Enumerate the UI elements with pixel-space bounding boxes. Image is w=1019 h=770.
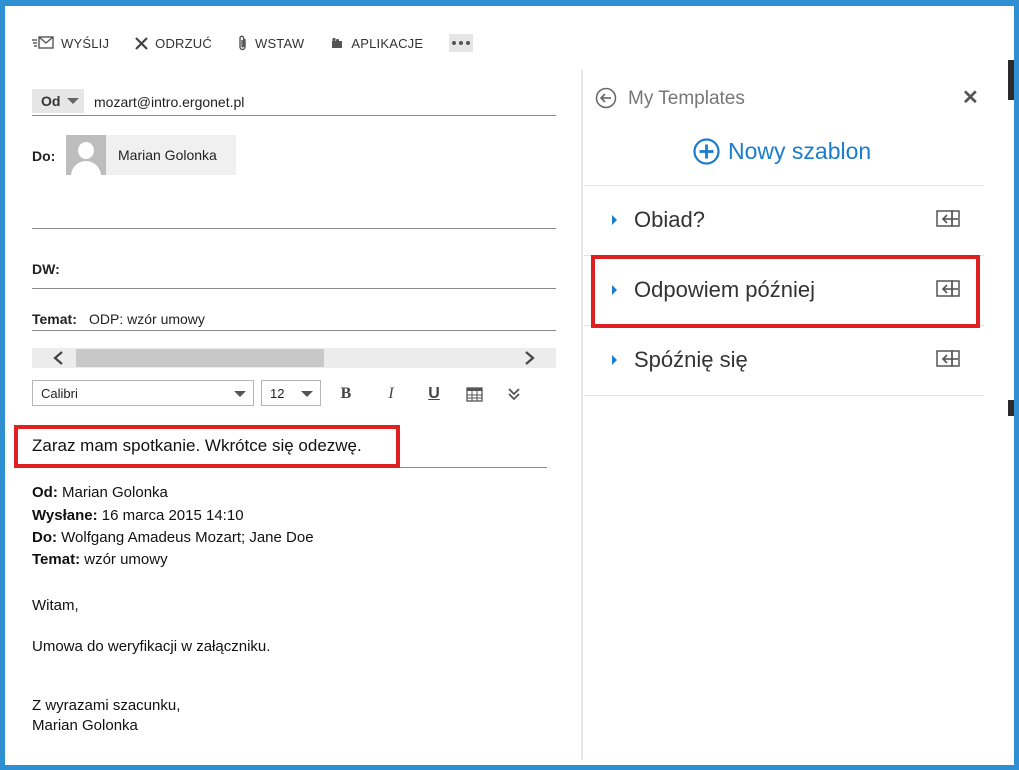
window-edge-scrollbar: [1008, 60, 1014, 760]
quoted-subject: Temat: wzór umowy: [32, 551, 168, 568]
dot-icon: [452, 41, 457, 45]
close-icon: [135, 36, 148, 50]
expand-arrow-icon[interactable]: [612, 215, 617, 225]
font-family-select[interactable]: Calibri: [32, 380, 254, 406]
scrollbar-thumb[interactable]: [76, 349, 324, 367]
insert-template-icon[interactable]: [936, 350, 960, 368]
paperclip-icon: [239, 35, 246, 51]
chevron-down-icon: [234, 391, 246, 397]
new-template-button[interactable]: Nowy szablon: [693, 138, 871, 165]
font-size-value: 12: [270, 385, 285, 401]
avatar-head-shape: [78, 142, 94, 159]
dot-icon: [459, 41, 464, 45]
quoted-greeting: Witam,: [32, 597, 79, 614]
from-button-label: Od: [41, 93, 61, 109]
recipient-chip[interactable]: Marian Golonka: [66, 135, 236, 175]
subject-underline: [32, 330, 556, 331]
highlight-box-template: [591, 255, 980, 328]
from-address: mozart@intro.ergonet.pl: [94, 94, 245, 110]
bold-button[interactable]: B: [335, 384, 357, 404]
template-item[interactable]: Spóźnię się: [584, 325, 984, 395]
quoted-subject-value: wzór umowy: [84, 551, 168, 568]
toolbar: WYŚLIJ ODRZUĆ WSTAW APLIKACJE: [32, 32, 474, 54]
quoted-from: Od: Marian Golonka: [32, 484, 168, 501]
chevron-down-icon: [67, 98, 80, 104]
send-button[interactable]: WYŚLIJ: [32, 36, 109, 51]
quoted-sent: Wysłane: 16 marca 2015 14:10: [32, 507, 244, 524]
avatar: [66, 135, 106, 175]
back-arrow-icon[interactable]: [595, 87, 617, 109]
template-name: Obiad?: [634, 207, 705, 232]
discard-button[interactable]: ODRZUĆ: [135, 36, 212, 51]
font-family-value: Calibri: [41, 385, 78, 401]
quoted-subject-label: Temat:: [32, 551, 81, 568]
template-list-end: [584, 395, 984, 396]
send-label: WYŚLIJ: [61, 35, 110, 51]
pane-divider: [581, 70, 583, 760]
reply-separator: [400, 467, 547, 468]
insert-template-icon[interactable]: [936, 210, 960, 228]
font-size-select[interactable]: 12: [261, 380, 321, 406]
quoted-sent-value: 16 marca 2015 14:10: [101, 507, 244, 524]
subject-label: Temat:: [32, 311, 77, 327]
template-item[interactable]: Obiad?: [584, 185, 984, 255]
templates-title: My Templates: [628, 88, 745, 109]
from-dropdown[interactable]: Od: [32, 89, 84, 113]
discard-label: ODRZUĆ: [155, 35, 212, 51]
to-input-underline[interactable]: [32, 228, 556, 229]
subject-input[interactable]: ODP: wzór umowy: [89, 311, 205, 327]
plus-circle-icon: [693, 138, 720, 165]
to-label: Do:: [32, 148, 56, 164]
scroll-marker: [1008, 400, 1014, 416]
scroll-right-icon[interactable]: [522, 351, 536, 365]
from-underline: [32, 115, 556, 116]
insert-label: WSTAW: [254, 35, 305, 51]
double-chevron-down-icon: [508, 388, 520, 401]
insert-button[interactable]: WSTAW: [238, 35, 304, 51]
expand-format-button[interactable]: [503, 384, 525, 404]
chevron-down-icon: [301, 391, 313, 397]
puzzle-icon: [332, 37, 343, 48]
apps-button[interactable]: APLIKACJE: [330, 36, 423, 51]
send-icon: [32, 36, 54, 49]
dot-icon: [466, 41, 471, 45]
apps-label: APLIKACJE: [351, 35, 424, 51]
quoted-to: Do: Wolfgang Amadeus Mozart; Jane Doe: [32, 529, 314, 546]
italic-button[interactable]: I: [380, 384, 402, 404]
quoted-signature: Marian Golonka: [32, 717, 138, 734]
more-options-button[interactable]: [449, 34, 474, 52]
expand-arrow-icon[interactable]: [612, 355, 617, 365]
quoted-closing: Z wyrazami szacunku,: [32, 697, 181, 714]
cc-label: DW:: [32, 261, 60, 277]
horizontal-scrollbar[interactable]: [32, 348, 556, 368]
scroll-left-icon[interactable]: [52, 351, 66, 365]
close-pane-button[interactable]: ✕: [962, 85, 979, 110]
quoted-sent-label: Wysłane:: [32, 507, 98, 524]
recipient-name: Marian Golonka: [118, 147, 217, 163]
table-icon: [465, 386, 483, 402]
scroll-marker: [1008, 60, 1014, 100]
new-template-label: Nowy szablon: [728, 138, 872, 164]
table-button[interactable]: [463, 384, 485, 404]
underline-button[interactable]: U: [423, 384, 445, 404]
quoted-from-label: Od:: [32, 484, 58, 501]
quoted-to-value: Wolfgang Amadeus Mozart; Jane Doe: [61, 529, 314, 546]
cc-input-underline[interactable]: [32, 288, 556, 289]
quoted-to-label: Do:: [32, 529, 57, 546]
quoted-from-value: Marian Golonka: [62, 484, 168, 501]
avatar-body-shape: [71, 161, 101, 175]
quoted-text: Umowa do weryfikacji w załączniku.: [32, 638, 271, 655]
template-name: Spóźnię się: [634, 347, 748, 372]
highlight-box-reply: [14, 425, 400, 468]
